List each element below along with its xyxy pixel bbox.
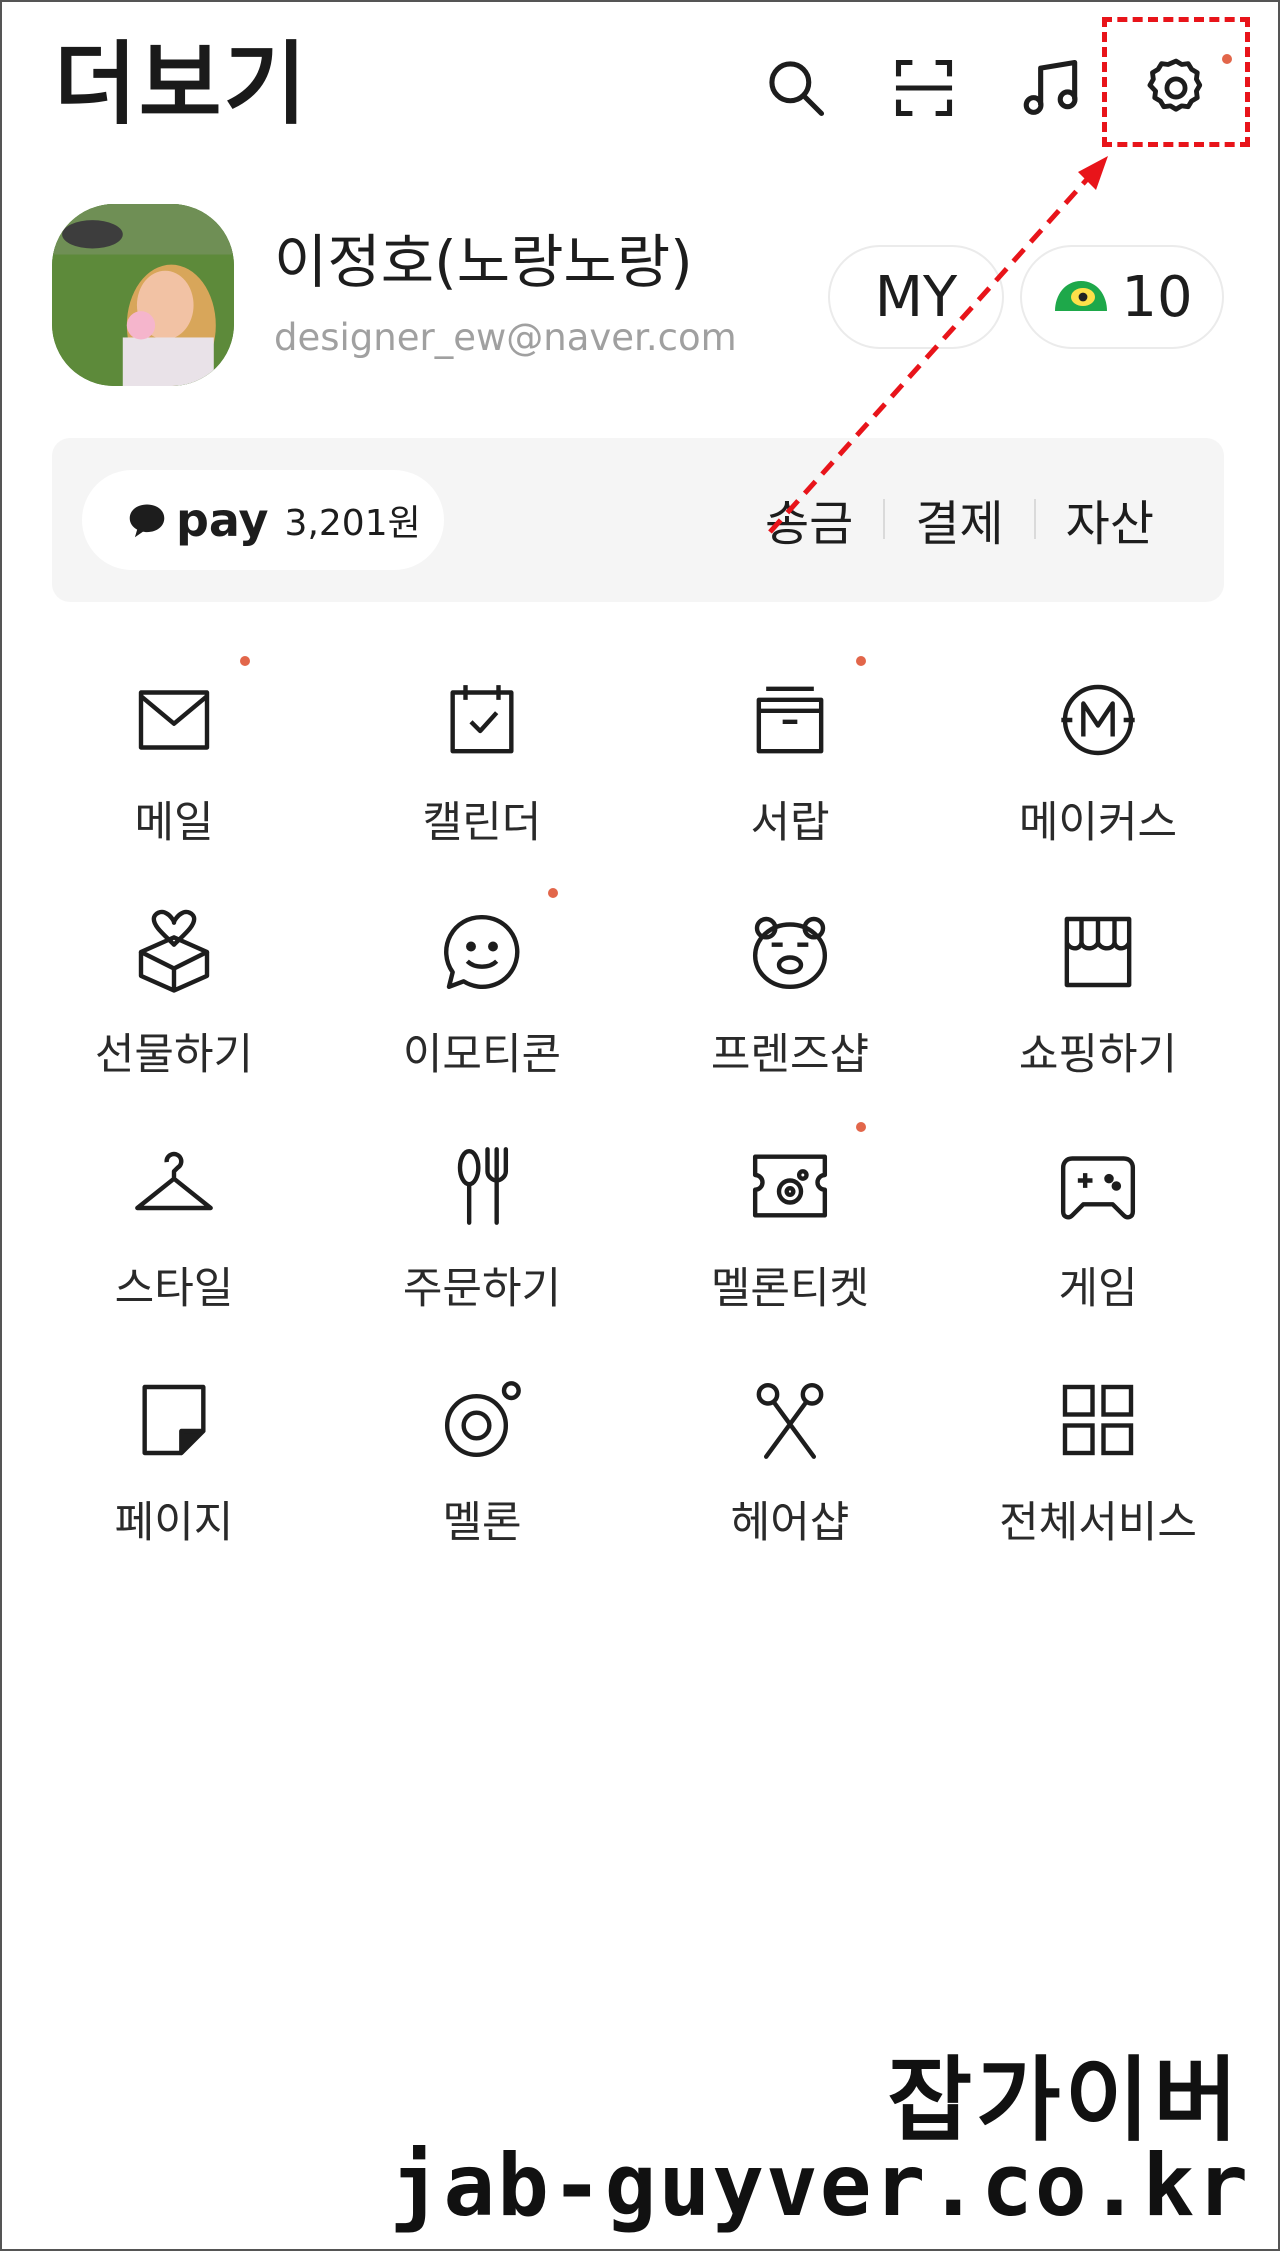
makers-icon bbox=[1054, 676, 1142, 764]
scissors-icon bbox=[746, 1376, 834, 1464]
service-page[interactable]: 페이지 bbox=[20, 1376, 328, 1576]
service-game[interactable]: 게임 bbox=[944, 1142, 1252, 1342]
pay-actions: 송금 결제 자산 bbox=[735, 484, 1184, 554]
service-label: 캘린더 bbox=[422, 798, 542, 848]
points-value: 10 bbox=[1121, 264, 1193, 330]
search-icon[interactable] bbox=[758, 50, 834, 126]
my-button[interactable]: MY bbox=[828, 245, 1004, 349]
service-label: 스타일 bbox=[114, 1264, 234, 1314]
service-label: 멜론 bbox=[442, 1498, 522, 1548]
friends-shop-icon bbox=[746, 908, 834, 996]
service-style[interactable]: 스타일 bbox=[20, 1142, 328, 1342]
service-friends-shop[interactable]: 프렌즈샵 bbox=[636, 908, 944, 1108]
drawer-badge-dot bbox=[856, 656, 866, 666]
service-label: 멜론티켓 bbox=[710, 1264, 870, 1314]
service-label: 프렌즈샵 bbox=[710, 1030, 870, 1080]
drawer-icon bbox=[746, 676, 834, 764]
ticket-badge-dot bbox=[856, 1122, 866, 1132]
order-icon bbox=[438, 1142, 526, 1230]
service-label: 쇼핑하기 bbox=[1018, 1030, 1178, 1080]
profile-email: designer_ew@naver.com bbox=[274, 316, 737, 359]
profile-name: 이정호(노랑노랑) bbox=[274, 228, 693, 296]
pay-balance-button[interactable]: pay 3,201원 bbox=[82, 470, 444, 570]
shopping-icon bbox=[1054, 908, 1142, 996]
service-hair-shop[interactable]: 헤어샵 bbox=[636, 1376, 944, 1576]
service-label: 게임 bbox=[1058, 1264, 1138, 1314]
service-calendar[interactable]: 캘린더 bbox=[328, 676, 636, 876]
service-melon[interactable]: 멜론 bbox=[328, 1376, 636, 1576]
game-icon bbox=[1054, 1142, 1142, 1230]
melon-icon bbox=[438, 1376, 526, 1464]
pay-payment-button[interactable]: 결제 bbox=[885, 484, 1033, 554]
avatar[interactable] bbox=[52, 204, 234, 386]
settings-highlight-box bbox=[1102, 17, 1250, 147]
scan-icon[interactable] bbox=[886, 50, 962, 126]
pay-transfer-button[interactable]: 송금 bbox=[735, 484, 883, 554]
page-icon bbox=[130, 1376, 218, 1464]
emoticon-badge-dot bbox=[548, 888, 558, 898]
points-icon bbox=[1055, 281, 1108, 311]
service-all[interactable]: 전체서비스 bbox=[944, 1376, 1252, 1576]
service-label: 헤어샵 bbox=[730, 1498, 850, 1548]
all-services-icon bbox=[1054, 1376, 1142, 1464]
service-label: 메이커스 bbox=[1018, 798, 1178, 848]
music-icon[interactable] bbox=[1014, 50, 1090, 126]
pay-balance: 3,201원 bbox=[284, 503, 421, 544]
service-makers[interactable]: 메이커스 bbox=[944, 676, 1252, 876]
service-gift[interactable]: 선물하기 bbox=[20, 908, 328, 1108]
service-label: 선물하기 bbox=[94, 1030, 254, 1080]
speech-bubble-icon bbox=[129, 504, 165, 538]
service-mail[interactable]: 메일 bbox=[20, 676, 328, 876]
service-emoticon[interactable]: 이모티콘 bbox=[328, 908, 636, 1108]
ticket-icon bbox=[746, 1142, 834, 1230]
mail-icon bbox=[130, 676, 218, 764]
pay-bar: pay 3,201원 송금 결제 자산 bbox=[52, 438, 1224, 602]
pay-logo: pay bbox=[176, 493, 269, 547]
service-label: 이모티콘 bbox=[402, 1030, 562, 1080]
service-label: 메일 bbox=[134, 798, 214, 848]
points-button[interactable]: 10 bbox=[1020, 245, 1224, 349]
gift-icon bbox=[130, 908, 218, 996]
watermark-url: jab-guyver.co.kr bbox=[389, 2136, 1250, 2236]
service-order[interactable]: 주문하기 bbox=[328, 1142, 636, 1342]
mail-badge-dot bbox=[240, 656, 250, 666]
pay-assets-button[interactable]: 자산 bbox=[1036, 484, 1184, 554]
service-melon-ticket[interactable]: 멜론티켓 bbox=[636, 1142, 944, 1342]
emoticon-icon bbox=[438, 908, 526, 996]
calendar-icon bbox=[438, 676, 526, 764]
service-shopping[interactable]: 쇼핑하기 bbox=[944, 908, 1252, 1108]
service-label: 주문하기 bbox=[402, 1264, 562, 1314]
service-label: 전체서비스 bbox=[999, 1498, 1197, 1548]
hanger-icon bbox=[130, 1142, 218, 1230]
service-drawer[interactable]: 서랍 bbox=[636, 676, 944, 876]
service-label: 서랍 bbox=[750, 798, 830, 848]
service-label: 페이지 bbox=[114, 1498, 234, 1548]
page-title: 더보기 bbox=[54, 32, 309, 137]
